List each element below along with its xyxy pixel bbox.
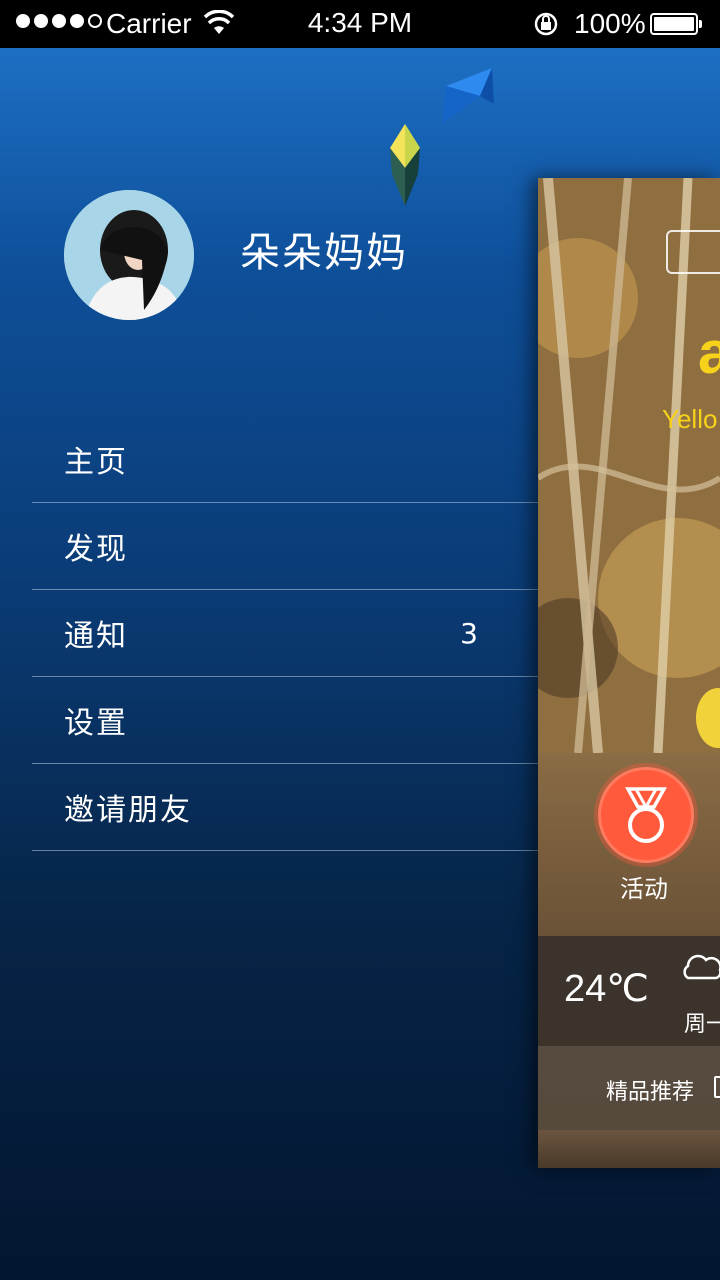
recommendation-label: 精品推荐 [606,1080,695,1105]
menu-item-label: 设置 [64,706,128,741]
menu-item-discover[interactable]: 发现 [32,503,540,590]
calendar-icon [714,1076,720,1098]
menu-item-label: 主页 [64,445,128,480]
menu-item-notifications[interactable]: 通知 3 [32,590,540,677]
search-box[interactable] [666,230,720,274]
menu-item-label: 发现 [64,532,128,567]
app-logo-subtitle: Yello [662,404,718,434]
main-content-panel[interactable]: a Yello 活动 24℃ 周一 精品推荐 [538,178,720,1168]
menu-item-label: 邀请朋友 [64,793,192,828]
notification-count-badge: 3 [460,616,478,650]
paper-boat-blue-icon [442,68,494,124]
cloud-icon [683,954,720,980]
user-photo [64,190,194,320]
weekday: 周一 [684,1012,720,1037]
weather-widget[interactable]: 24℃ 周一 [538,936,720,1046]
app-logo-letter: a [698,319,720,386]
panel-bottom-image [538,1130,720,1168]
menu-item-settings[interactable]: 设置 [32,677,540,764]
activity-button[interactable] [598,767,694,863]
status-bar: Carrier 4:34 PM 100% [0,0,720,48]
medal-icon [625,787,667,843]
battery-icon [650,13,702,35]
paper-boat-yellow-icon [390,124,420,206]
battery-percentage: 100% [574,8,646,39]
user-name: 朵朵妈妈 [240,230,408,276]
hero-image: a Yello [538,178,720,754]
side-menu: 主页 发现 通知 3 设置 邀请朋友 [32,416,540,851]
menu-item-invite-friends[interactable]: 邀请朋友 [32,764,540,851]
menu-item-label: 通知 [64,619,128,654]
menu-item-home[interactable]: 主页 [32,416,540,503]
avatar[interactable] [64,190,194,320]
temperature: 24℃ [564,968,649,1010]
activity-section: 活动 [538,753,720,936]
recommendation-section[interactable]: 精品推荐 [538,1046,720,1130]
activity-label: 活动 [620,875,668,903]
rotation-lock-icon [534,12,558,36]
